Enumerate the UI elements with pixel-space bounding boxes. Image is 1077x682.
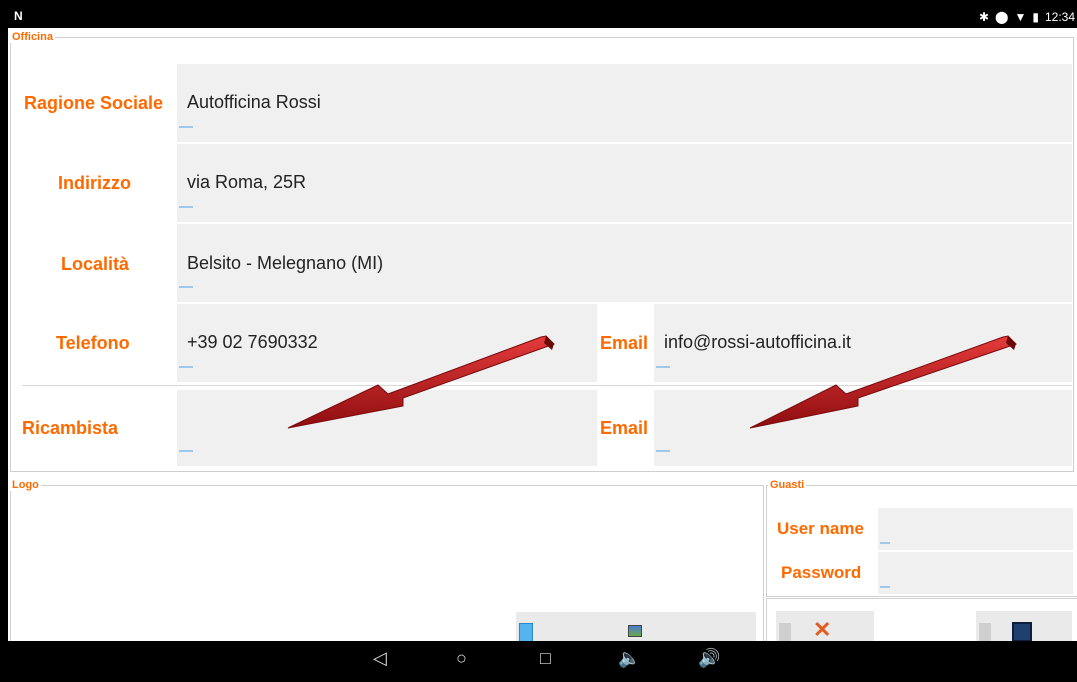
- navigation-bar: ◁ ○ □ 🔈 🔊: [8, 641, 1077, 678]
- password-field[interactable]: [878, 552, 1073, 594]
- arrow-icon: [287, 335, 555, 429]
- cancel-button[interactable]: ✕: [776, 611, 874, 643]
- text-cursor: [880, 542, 890, 544]
- save-icon: [1012, 622, 1032, 642]
- button-edge: [779, 623, 791, 643]
- recents-icon[interactable]: □: [540, 648, 551, 669]
- logo-button-bar: [516, 612, 756, 643]
- volume-up-icon[interactable]: 🔊: [698, 648, 720, 669]
- save-button[interactable]: [976, 611, 1072, 643]
- volume-down-icon[interactable]: 🔈: [618, 648, 640, 669]
- user-name-label: User name: [777, 519, 864, 538]
- app-window: N ✱ ⬤ ▼ ▮ 12:34 Officina Ragione Sociale…: [8, 6, 1077, 678]
- button-edge: [979, 623, 991, 643]
- gallery-icon[interactable]: [628, 625, 642, 637]
- password-label: Password: [781, 563, 862, 582]
- cancel-icon: ✕: [813, 617, 832, 642]
- user-name-field[interactable]: [878, 508, 1073, 550]
- phone-icon[interactable]: [519, 623, 533, 643]
- back-icon[interactable]: ◁: [373, 648, 387, 669]
- text-cursor: [880, 586, 890, 588]
- guasti-group-label: Guasti: [768, 479, 807, 491]
- arrow-icon: [749, 335, 1017, 429]
- logo-group-label: Logo: [10, 479, 41, 491]
- home-icon[interactable]: ○: [456, 648, 467, 669]
